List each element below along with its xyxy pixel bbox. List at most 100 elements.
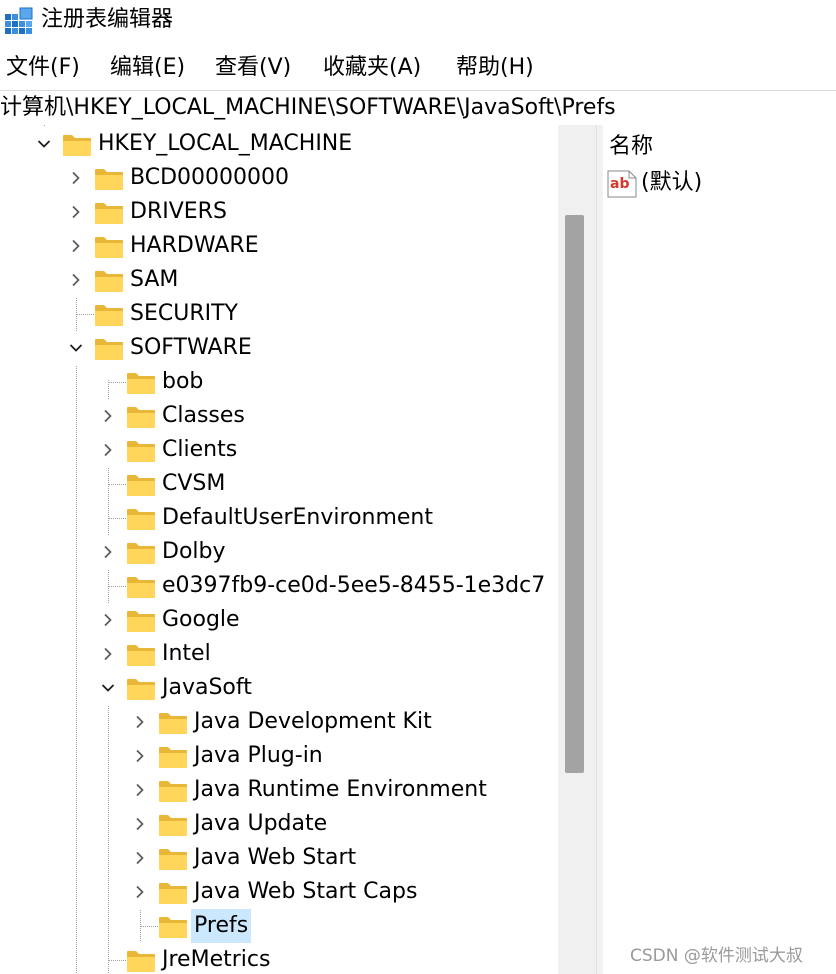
folder-icon xyxy=(159,713,187,734)
tree-item-cvsm[interactable]: CVSM xyxy=(0,467,558,501)
tree-item-label: Classes xyxy=(162,403,245,428)
folder-icon xyxy=(159,781,187,802)
tree-item-sam[interactable]: SAM xyxy=(0,263,558,297)
tree-item-label: SAM xyxy=(130,267,179,292)
tree-scrollbar-thumb[interactable] xyxy=(565,215,584,773)
tree-item-clients[interactable]: Clients xyxy=(0,433,558,467)
tree-item-label: Clients xyxy=(162,437,238,462)
folder-icon xyxy=(127,611,155,632)
chevron-right-icon[interactable] xyxy=(66,161,86,195)
tree-item-defaultuserenvironment[interactable]: DefaultUserEnvironment xyxy=(0,501,558,535)
folder-icon xyxy=(127,543,155,564)
tree-guide-line xyxy=(108,518,126,519)
tree-item-label: Java Update xyxy=(194,811,328,836)
chevron-right-icon[interactable] xyxy=(66,195,86,229)
tree-item-label: DefaultUserEnvironment xyxy=(162,505,434,530)
menu-file[interactable]: 文件(F) xyxy=(6,50,80,86)
chevron-right-icon[interactable] xyxy=(130,875,150,909)
menu-bar: 文件(F) 编辑(E) 查看(V) 收藏夹(A) 帮助(H) xyxy=(0,50,836,86)
tree-item-label: Prefs xyxy=(191,909,252,943)
tree-guide-line xyxy=(108,586,126,587)
tree-item-drivers[interactable]: DRIVERS xyxy=(0,195,558,229)
tree-item-google[interactable]: Google xyxy=(0,603,558,637)
chevron-right-icon[interactable] xyxy=(130,773,150,807)
tree-item-javasoft[interactable]: JavaSoft xyxy=(0,671,558,705)
tree-item-hardware[interactable]: HARDWARE xyxy=(0,229,558,263)
tree-item-label: Intel xyxy=(162,641,211,666)
tree-item-label: Java Web Start xyxy=(194,845,357,870)
tree-item-bob[interactable]: bob xyxy=(0,365,558,399)
string-value-icon: ab xyxy=(607,170,637,198)
chevron-right-icon[interactable] xyxy=(98,399,118,433)
address-bar[interactable]: 计算机\HKEY_LOCAL_MACHINE\SOFTWARE\JavaSoft… xyxy=(0,90,836,126)
tree-item-label: Java Development Kit xyxy=(194,709,432,734)
tree-item-java-web-start[interactable]: Java Web Start xyxy=(0,841,558,875)
tree-item-jremetrics[interactable]: JreMetrics xyxy=(0,943,558,974)
registry-tree[interactable]: HKEY_LOCAL_MACHINE BCD00000000 DRIVERS HARD… xyxy=(0,125,596,974)
chevron-right-icon[interactable] xyxy=(98,637,118,671)
chevron-right-icon[interactable] xyxy=(130,705,150,739)
chevron-right-icon[interactable] xyxy=(98,433,118,467)
svg-text:ab: ab xyxy=(610,176,629,192)
folder-icon xyxy=(95,271,123,292)
tree-item-java-update[interactable]: Java Update xyxy=(0,807,558,841)
value-row[interactable]: ab (默认) xyxy=(607,167,833,201)
tree-item-label: bob xyxy=(162,369,204,394)
tree-item-bcd00000000[interactable]: BCD00000000 xyxy=(0,161,558,195)
folder-icon xyxy=(127,373,155,394)
tree-item-label: JavaSoft xyxy=(162,675,252,700)
chevron-down-icon[interactable] xyxy=(98,671,118,705)
tree-guide-line xyxy=(108,960,126,961)
folder-icon xyxy=(63,135,91,156)
values-list[interactable]: 名称 ab (默认) xyxy=(603,125,836,974)
chevron-right-icon[interactable] xyxy=(130,807,150,841)
folder-icon xyxy=(127,577,155,598)
menu-favorites[interactable]: 收藏夹(A) xyxy=(323,50,421,86)
column-header-name[interactable]: 名称 xyxy=(609,131,653,163)
chevron-right-icon[interactable] xyxy=(98,603,118,637)
folder-icon xyxy=(95,339,123,360)
menu-help[interactable]: 帮助(H) xyxy=(456,50,534,86)
tree-item-label: BCD00000000 xyxy=(130,165,289,190)
chevron-right-icon[interactable] xyxy=(66,263,86,297)
tree-item-java-runtime-environment[interactable]: Java Runtime Environment xyxy=(0,773,558,807)
folder-icon xyxy=(95,305,123,326)
regedit-app-icon xyxy=(5,7,33,34)
tree-item-label: SECURITY xyxy=(130,301,238,326)
folder-icon xyxy=(95,203,123,224)
tree-item-label: Dolby xyxy=(162,539,226,564)
folder-icon xyxy=(95,237,123,258)
tree-item-java-web-start-caps[interactable]: Java Web Start Caps xyxy=(0,875,558,909)
tree-item-label: e0397fb9-ce0d-5ee5-8455-1e3dc7 xyxy=(162,573,546,598)
title-bar: 注册表编辑器 xyxy=(0,0,836,40)
chevron-down-icon[interactable] xyxy=(66,331,86,365)
chevron-right-icon[interactable] xyxy=(130,841,150,875)
chevron-right-icon[interactable] xyxy=(130,739,150,773)
tree-item-label: Java Web Start Caps xyxy=(194,879,418,904)
tree-guide-line xyxy=(140,926,158,927)
menu-edit[interactable]: 编辑(E) xyxy=(110,50,185,86)
chevron-down-icon[interactable] xyxy=(34,127,54,161)
chevron-right-icon[interactable] xyxy=(98,535,118,569)
menu-view[interactable]: 查看(V) xyxy=(215,50,291,86)
folder-icon xyxy=(95,169,123,190)
tree-item-e0397fb9-ce0d-5ee5-8455-1e3dc7[interactable]: e0397fb9-ce0d-5ee5-8455-1e3dc7 xyxy=(0,569,558,603)
tree-item-classes[interactable]: Classes xyxy=(0,399,558,433)
folder-icon xyxy=(127,407,155,428)
folder-icon xyxy=(159,849,187,870)
tree-item-software[interactable]: SOFTWARE xyxy=(0,331,558,365)
folder-icon xyxy=(127,951,155,972)
tree-item-dolby[interactable]: Dolby xyxy=(0,535,558,569)
folder-icon xyxy=(127,475,155,496)
chevron-right-icon[interactable] xyxy=(66,229,86,263)
tree-item-intel[interactable]: Intel xyxy=(0,637,558,671)
tree-item-hkey-local-machine[interactable]: HKEY_LOCAL_MACHINE xyxy=(0,127,558,161)
tree-item-prefs[interactable]: Prefs xyxy=(0,909,558,943)
tree-item-label: CVSM xyxy=(162,471,226,496)
value-name-default: (默认) xyxy=(641,170,703,195)
tree-item-security[interactable]: SECURITY xyxy=(0,297,558,331)
tree-item-java-development-kit[interactable]: Java Development Kit xyxy=(0,705,558,739)
tree-item-java-plug-in[interactable]: Java Plug-in xyxy=(0,739,558,773)
address-path[interactable]: 计算机\HKEY_LOCAL_MACHINE\SOFTWARE\JavaSoft… xyxy=(0,92,616,124)
tree-item-label: Java Runtime Environment xyxy=(194,777,487,802)
